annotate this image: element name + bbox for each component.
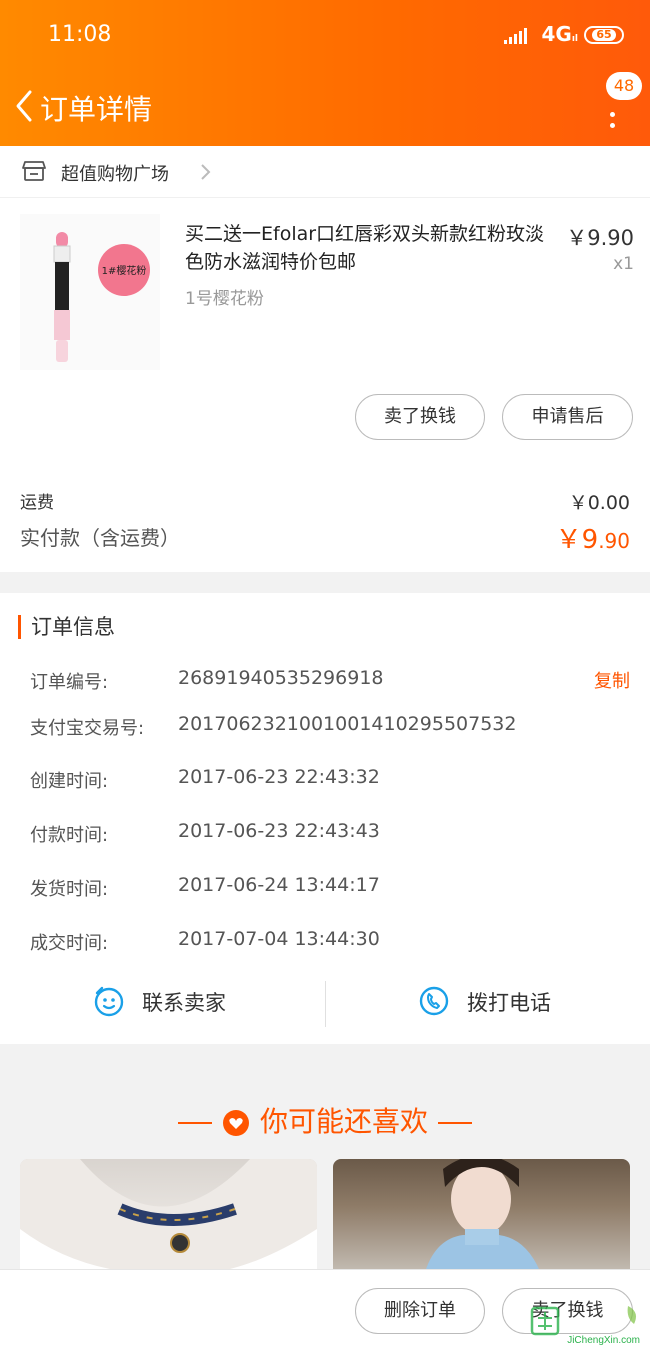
shipping-fee-value: ￥0.00 xyxy=(568,492,630,514)
paid-time-value: 2017-06-23 22:43:43 xyxy=(178,820,380,842)
product-title[interactable]: 买二送一Efolar口红唇彩双头新款红粉玫淡色防水滋润特价包邮 xyxy=(185,220,545,276)
page-title: 订单详情 xyxy=(40,93,153,126)
recommend-heading: 你可能还喜欢 xyxy=(0,1100,650,1140)
decor-line-right xyxy=(438,1122,472,1124)
battery-icon: 65 xyxy=(584,26,624,44)
order-number-label: 订单编号: xyxy=(30,672,109,693)
contact-seller-label: 联系卖家 xyxy=(142,991,226,1015)
signal-icon xyxy=(504,28,528,44)
shop-name: 超值购物广场 xyxy=(61,164,169,185)
watermark-text: JiChengXin.com xyxy=(567,1335,640,1346)
completed-time-value: 2017-07-04 13:44:30 xyxy=(178,928,380,950)
call-phone-label: 拨打电话 xyxy=(467,991,551,1015)
order-info-section: 订单信息 订单编号: 26891940535296918 复制 支付宝交易号: … xyxy=(0,593,650,1044)
recommend-title-text: 你可能还喜欢 xyxy=(259,1105,428,1138)
swatch-label: 1#樱花粉 xyxy=(102,264,147,277)
bottom-action-bar: 删除订单 卖了换钱 JiChengXin.com xyxy=(0,1269,650,1352)
shipped-time-value: 2017-06-24 13:44:17 xyxy=(178,874,380,896)
call-phone-button[interactable]: 拨打电话 xyxy=(326,977,650,1027)
paid-amount-label: 实付款（含运费） xyxy=(20,526,180,550)
nav-bar: 订单详情 48 xyxy=(0,72,650,146)
status-bar: 11:08 4Gıl 65 xyxy=(0,0,650,72)
store-icon xyxy=(22,161,46,181)
network-type: 4Gıl xyxy=(541,22,578,46)
message-count-badge: 48 xyxy=(606,72,642,100)
choker-image xyxy=(20,1159,317,1279)
product-sku: 1号樱花粉 xyxy=(185,289,264,309)
created-time-value: 2017-06-23 22:43:32 xyxy=(178,766,380,788)
shipping-fee-label: 运费 xyxy=(20,493,54,513)
recommend-item-sweater[interactable] xyxy=(333,1159,630,1279)
order-card: 超值购物广场 1#樱花粉 买二送一Efolar口红唇彩双头新款红粉玫淡色防水滋润… xyxy=(0,146,650,572)
shop-link[interactable]: 超值购物广场 xyxy=(0,146,650,198)
product-quantity: x1 xyxy=(613,254,634,274)
alipay-trade-label: 支付宝交易号: xyxy=(30,718,145,739)
status-time: 11:08 xyxy=(48,22,112,47)
created-time-label: 创建时间: xyxy=(30,771,109,792)
sell-for-cash-button-bottom[interactable]: 卖了换钱 xyxy=(502,1288,633,1334)
chat-smile-icon xyxy=(94,986,124,1017)
phone-icon xyxy=(419,986,449,1016)
paid-amount-value: ￥9.90 xyxy=(555,525,630,555)
recommend-item-choker[interactable] xyxy=(20,1159,317,1279)
order-number-value: 26891940535296918 xyxy=(178,667,384,689)
chevron-right-icon xyxy=(201,164,211,180)
top-header: 11:08 4Gıl 65 订单详情 48 xyxy=(0,0,650,146)
back-arrow-icon[interactable] xyxy=(10,86,40,126)
delete-order-button[interactable]: 删除订单 xyxy=(355,1288,485,1334)
copy-button[interactable]: 复制 xyxy=(594,667,630,693)
product-image[interactable]: 1#樱花粉 xyxy=(20,214,160,370)
completed-time-label: 成交时间: xyxy=(30,933,109,954)
shipped-time-label: 发货时间: xyxy=(30,879,109,900)
contact-seller-button[interactable]: 联系卖家 xyxy=(0,977,325,1027)
heart-icon xyxy=(222,1110,249,1136)
more-dot-icon xyxy=(609,112,615,117)
more-dot-icon xyxy=(609,123,615,128)
lipstick-image: 1#樱花粉 xyxy=(53,232,150,362)
alipay-trade-value: 2017062321001001410295507532 xyxy=(178,713,517,735)
sweater-model-image xyxy=(423,1159,543,1279)
after-sale-button[interactable]: 申请售后 xyxy=(502,394,633,440)
order-info-heading: 订单信息 xyxy=(18,615,115,639)
sell-for-cash-button[interactable]: 卖了换钱 xyxy=(355,394,485,440)
decor-line-left xyxy=(177,1122,212,1124)
product-price: ￥9.90 xyxy=(566,226,634,250)
paid-time-label: 付款时间: xyxy=(30,825,109,846)
